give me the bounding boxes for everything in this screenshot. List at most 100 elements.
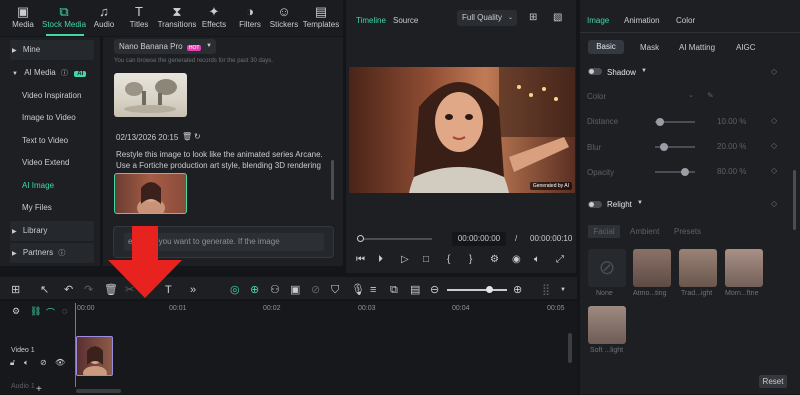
select-tool-icon[interactable]: ↖ <box>40 284 49 296</box>
toolbar-effects[interactable]: ✦ Effects <box>194 4 234 29</box>
zoom-slider[interactable] <box>447 289 507 291</box>
keyframe-diamond-icon[interactable]: ◇ <box>771 166 777 175</box>
reset-button[interactable]: Reset <box>759 375 787 388</box>
timeline-vscrollbar[interactable] <box>568 333 572 363</box>
sidebar-item-ai-media[interactable]: ▼ AI Media ⓘ AI <box>10 63 94 83</box>
relight-tab-ambient[interactable]: Ambient <box>630 227 659 236</box>
snapshot-image-icon[interactable]: ▧ <box>553 12 562 23</box>
compare-view-icon[interactable]: ⊞ <box>529 12 537 23</box>
sidebar-item-image-to-video[interactable]: Image to Video <box>22 108 106 128</box>
volume-icon[interactable]: 🔈︎ <box>534 254 540 265</box>
blur-slider-knob[interactable] <box>660 143 668 151</box>
sidebar-item-library[interactable]: ▶ Library <box>10 221 94 241</box>
eyedropper-icon[interactable]: ✎ <box>707 91 714 100</box>
generated-image-sketch[interactable] <box>114 73 187 117</box>
hide-icon[interactable]: ⊘ <box>40 358 47 367</box>
sidebar-item-ai-image[interactable]: AI Image <box>22 176 106 196</box>
timeline-ruler[interactable]: 00:00 00:01 00:02 00:03 00:04 00:05 <box>75 303 575 317</box>
video-clip[interactable] <box>76 336 113 376</box>
keyframe-diamond-icon[interactable]: ◇ <box>771 116 777 125</box>
scrubber-knob[interactable] <box>357 235 364 242</box>
opacity-slider-knob[interactable] <box>681 168 689 176</box>
preview-canvas[interactable]: Generated by AI <box>349 67 575 193</box>
preset-atmospheric[interactable] <box>633 249 671 287</box>
preset-soft-light[interactable] <box>588 306 626 344</box>
eye-icon[interactable]: 👁︎ <box>55 358 65 367</box>
play-icon[interactable]: ▷ <box>401 254 409 265</box>
shadow-toggle[interactable] <box>588 68 602 75</box>
sidebar-item-video-extend[interactable]: Video Extend <box>22 153 106 173</box>
model-select[interactable]: Nano Banana Pro HOT ▼ <box>114 39 216 54</box>
blur-value[interactable]: 20.00 % <box>717 142 746 151</box>
preset-morning[interactable] <box>725 249 763 287</box>
prev-frame-icon[interactable]: ⏮ <box>356 254 365 265</box>
sidebar-item-partners[interactable]: ▶ Partners ⓘ <box>10 243 94 263</box>
keyframe-diamond-icon[interactable]: ◇ <box>771 67 777 76</box>
marker-icon[interactable]: ◌ <box>62 306 67 316</box>
chevron-down-icon[interactable]: ▼ <box>560 284 566 296</box>
quality-select[interactable]: Full Quality ⌄ <box>457 10 517 26</box>
preset-none[interactable]: ⊘ <box>588 249 626 287</box>
render-settings-icon[interactable]: ⚙ <box>490 254 499 265</box>
snapshot-icon[interactable]: ▤ <box>410 284 420 296</box>
toolbar-templates[interactable]: ▤ Templates <box>301 4 341 29</box>
refresh-icon[interactable]: ↻ <box>194 132 201 141</box>
stop-icon[interactable]: □ <box>423 254 429 265</box>
inspector-scrollbar[interactable] <box>793 170 796 230</box>
toolbar-titles[interactable]: T Titles <box>119 4 159 29</box>
keyframe-diamond-icon[interactable]: ◇ <box>771 141 777 150</box>
snap-icon[interactable]: ⌒ <box>46 306 55 319</box>
auto-reframe-icon[interactable]: ⊕ <box>250 284 259 296</box>
tab-color[interactable]: Color <box>676 16 695 25</box>
tab-animation[interactable]: Animation <box>624 16 660 25</box>
relight-tab-presets[interactable]: Presets <box>674 227 701 236</box>
layout-grid-icon[interactable]: ⣿ <box>542 284 550 296</box>
subtab-aigc[interactable]: AIGC <box>736 43 756 52</box>
relight-toggle[interactable] <box>588 201 602 208</box>
chevron-down-icon[interactable]: ▼ <box>641 68 647 74</box>
lock-icon[interactable]: 🔓︎ <box>10 358 15 368</box>
sidebar-item-video-inspiration[interactable]: Video Inspiration <box>22 86 106 106</box>
mark-out-icon[interactable]: } <box>469 254 472 265</box>
step-play-icon[interactable]: ⏵ <box>378 254 383 265</box>
undo-icon[interactable]: ↶ <box>64 284 73 296</box>
mark-in-icon[interactable]: { <box>447 254 450 265</box>
distance-value[interactable]: 10.00 % <box>717 117 746 126</box>
tab-image[interactable]: Image <box>587 16 609 25</box>
ai-tools-icon[interactable]: ⚇ <box>270 284 280 296</box>
add-track-icon[interactable]: + <box>36 384 42 395</box>
preset-traditional[interactable] <box>679 249 717 287</box>
toolbar-audio[interactable]: ♫ Audio <box>84 4 124 29</box>
zoom-in-icon[interactable]: ⊕ <box>513 284 522 296</box>
panel-scrollbar[interactable] <box>331 160 334 200</box>
track-settings-icon[interactable]: ⚙ <box>12 306 20 317</box>
audio-mixer-icon[interactable]: ≡ <box>370 284 376 296</box>
zoom-slider-knob[interactable] <box>486 286 493 293</box>
more-icon[interactable]: » <box>190 284 196 296</box>
sidebar-item-mine[interactable]: ▶ Mine <box>10 40 94 60</box>
tab-source[interactable]: Source <box>393 16 418 25</box>
speed-icon[interactable]: ⊘ <box>311 284 320 296</box>
sidebar-item-text-to-video[interactable]: Text to Video <box>22 131 106 151</box>
microphone-icon[interactable]: 🎙︎ <box>351 284 365 296</box>
fullscreen-icon[interactable]: ⤢ <box>556 254 564 265</box>
subtab-mask[interactable]: Mask <box>640 43 659 52</box>
image-tool-icon[interactable]: ▣ <box>290 284 300 296</box>
delete-icon[interactable]: 🗑 <box>182 132 192 141</box>
shield-icon[interactable]: ⛉ <box>331 284 339 296</box>
chevron-down-icon[interactable]: ▼ <box>637 200 643 206</box>
distance-slider-knob[interactable] <box>656 118 664 126</box>
replace-icon[interactable]: ⧉ <box>390 284 398 296</box>
toolbar-transitions[interactable]: ⧗ Transitions <box>157 4 197 29</box>
camera-icon[interactable]: ◉ <box>512 254 521 265</box>
toolbar-stock-media[interactable]: ⧉ Stock Media <box>42 4 86 29</box>
opacity-value[interactable]: 80.00 % <box>717 167 746 176</box>
playback-scrubber[interactable] <box>360 238 432 240</box>
zoom-out-icon[interactable]: ⊖ <box>430 284 439 296</box>
subtab-ai-matting[interactable]: AI Matting <box>679 43 715 52</box>
opacity-slider[interactable] <box>655 171 695 173</box>
redo-icon[interactable]: ↷ <box>84 284 93 296</box>
grid-layout-icon[interactable]: ⊞ <box>11 284 20 296</box>
relight-tab-facial[interactable]: Facial <box>588 225 620 238</box>
toolbar-stickers[interactable]: ☺ Stickers <box>264 4 304 29</box>
